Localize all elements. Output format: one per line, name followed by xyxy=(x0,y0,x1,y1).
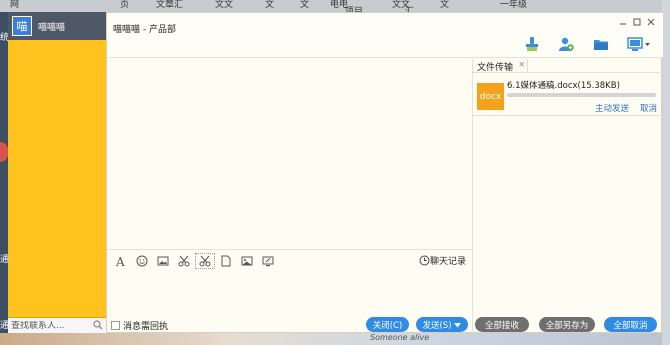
font-icon[interactable]: A xyxy=(111,253,131,269)
desktop-label: 文文 xyxy=(215,0,234,10)
chevron-down-icon[interactable] xyxy=(453,321,462,329)
clear-brush-icon[interactable] xyxy=(523,35,541,53)
tab-file-transfer-label: 文件传输 xyxy=(477,62,514,73)
cancel-all-button[interactable]: 全部取消 xyxy=(604,317,657,332)
edit-toolbar: A 聊天记录 xyxy=(107,249,473,271)
chat-bottom-bar: 消息需回执 关闭(C) 发送(S) xyxy=(107,316,473,333)
contacts-pane: 喵 喵喵喵 xyxy=(8,12,106,333)
picture-icon[interactable] xyxy=(237,253,257,269)
desktop-label: 文章汇 xyxy=(156,0,184,10)
message-history-area[interactable] xyxy=(107,59,473,249)
screen-capture-icon[interactable] xyxy=(258,253,278,269)
message-input-area[interactable] xyxy=(107,271,473,317)
desktop-bottom-strip: Someone alive xyxy=(0,333,670,345)
desktop-label: 文 xyxy=(265,0,275,10)
minimize-icon[interactable] xyxy=(617,16,629,28)
screenshot-icon[interactable] xyxy=(195,252,215,269)
avatar[interactable]: 喵 xyxy=(12,16,32,36)
close-tab-icon[interactable]: ✕ xyxy=(518,60,525,69)
file-icon[interactable] xyxy=(216,253,236,269)
search-icon[interactable] xyxy=(93,320,103,333)
tab-file-transfer[interactable]: 文件传输 ✕ xyxy=(475,59,529,73)
receive-all-button[interactable]: 全部接收 xyxy=(475,317,529,332)
contact-search-input[interactable] xyxy=(11,320,91,331)
desktop-label: 文 xyxy=(300,0,310,10)
desktop-label: 文 xyxy=(440,0,450,10)
desktop-label: 网 xyxy=(10,0,20,10)
receipt-checkbox[interactable] xyxy=(111,321,120,330)
file-transfer-list xyxy=(473,117,663,317)
file-name: 6.1媒体通稿.docx(15.38KB) xyxy=(507,81,620,91)
svg-text:A: A xyxy=(115,255,125,267)
image-icon[interactable] xyxy=(153,253,173,269)
chat-history-button[interactable]: 聊天记录 xyxy=(419,254,466,267)
emoji-icon[interactable] xyxy=(132,253,152,269)
cancel-file-link[interactable]: 取消 xyxy=(640,102,657,114)
close-button[interactable]: 关闭(C) xyxy=(366,317,409,332)
maximize-icon[interactable] xyxy=(631,16,643,28)
desktop-label: 项目 xyxy=(345,7,364,12)
send-button[interactable]: 发送(S) xyxy=(416,317,468,332)
chat-titlebar: 喵喵喵 - 产品部 xyxy=(107,13,663,58)
add-user-icon[interactable] xyxy=(557,35,575,53)
send-label: 发送(S) xyxy=(422,320,452,331)
chat-title: 喵喵喵 - 产品部 xyxy=(113,25,176,35)
desktop-label: 一年级 xyxy=(500,0,528,10)
desktop-left-strip: 统 通 通 xyxy=(0,12,9,345)
contacts-header: 喵 喵喵喵 xyxy=(8,12,106,40)
chat-history-label: 聊天记录 xyxy=(429,257,466,267)
clock-icon xyxy=(419,255,430,266)
send-file-link[interactable]: 主动发送 xyxy=(595,102,629,114)
transfer-progress-bar xyxy=(507,93,656,97)
close-icon[interactable] xyxy=(645,16,657,28)
folder-icon[interactable] xyxy=(592,35,610,53)
desktop-right-strip xyxy=(662,0,670,345)
desktop-label: 汇 xyxy=(405,7,415,12)
side-tabs: 文件传输 ✕ xyxy=(473,59,663,73)
desktop-label: 页 xyxy=(120,0,130,10)
receipt-toggle[interactable]: 消息需回执 xyxy=(111,319,168,332)
docx-file-icon: docx xyxy=(477,83,504,110)
contact-search-box xyxy=(8,317,106,333)
chat-window: 喵喵喵 - 产品部 A 聊天记录 消息需回执 关闭(C) 发送(S) 文件传输 … xyxy=(106,12,663,333)
screen-share-icon[interactable] xyxy=(626,35,652,53)
file-transfer-item: docx 6.1媒体通稿.docx(15.38KB) 主动发送 取消 xyxy=(473,75,663,116)
scissors-icon[interactable] xyxy=(174,253,194,269)
save-all-button[interactable]: 全部另存为 xyxy=(539,317,595,332)
user-name: 喵喵喵 xyxy=(38,22,66,33)
desktop-taskbar-strip: 网 页 文章汇 文文 文 文 电电 项目 文文 汇 文 一年级 xyxy=(0,0,670,12)
desktop-icon-red xyxy=(0,142,8,162)
receipt-label: 消息需回执 xyxy=(123,322,169,332)
desktop-text: Someone alive xyxy=(370,333,430,342)
